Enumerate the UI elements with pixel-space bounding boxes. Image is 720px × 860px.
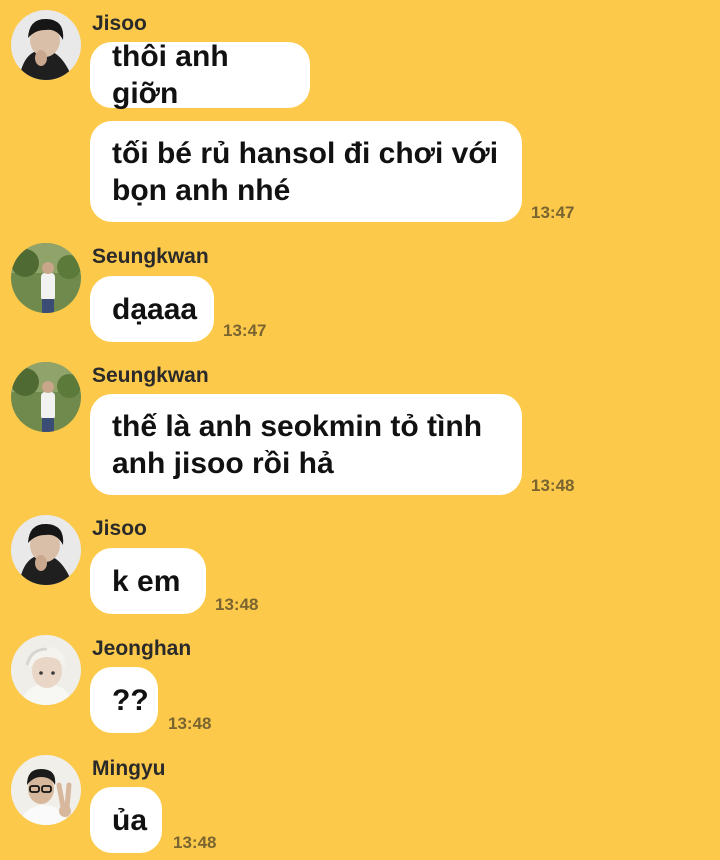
- message-bubble[interactable]: ủa: [90, 787, 162, 853]
- message-bubble[interactable]: k em: [90, 548, 206, 614]
- timestamp: 13:47: [531, 203, 575, 222]
- timestamp: 13:47: [223, 321, 267, 340]
- message-text: ủa: [112, 803, 148, 837]
- message-bubble[interactable]: dạaaa: [90, 276, 214, 342]
- message-text: dạaaa: [112, 292, 198, 326]
- mingyu-avatar[interactable]: [11, 755, 81, 825]
- timestamp: 13:48: [531, 476, 575, 495]
- message-bubble[interactable]: tối bé rủ hansol đi chơi với bọn anh nhé: [90, 121, 522, 222]
- jeonghan-avatar[interactable]: [11, 635, 81, 705]
- message-text: thế là anh seokmin tỏ tình: [112, 409, 483, 443]
- sender-name: Jeonghan: [92, 637, 192, 660]
- message-text: ??: [112, 683, 149, 717]
- message-text: thôi anh giỡn: [112, 40, 229, 110]
- jisoo-avatar[interactable]: [11, 515, 81, 585]
- message-text: tối bé rủ hansol đi chơi với: [112, 136, 499, 170]
- message-bubble[interactable]: thôi anh giỡn: [90, 40, 310, 110]
- message-text: anh jisoo rồi hả: [112, 446, 334, 480]
- message-text: bọn anh nhé: [112, 173, 291, 207]
- sender-name: Mingyu: [92, 757, 166, 780]
- sender-name: Jisoo: [92, 517, 147, 540]
- seungkwan-avatar[interactable]: [11, 243, 81, 313]
- timestamp: 13:48: [215, 595, 259, 614]
- message-text: k em: [112, 564, 181, 598]
- sender-name: Jisoo: [92, 12, 147, 35]
- message-bubble[interactable]: thế là anh seokmin tỏ tình anh jisoo rồi…: [90, 394, 522, 495]
- timestamp: 13:48: [168, 714, 212, 733]
- timestamp: 13:48: [173, 833, 217, 852]
- sender-name: Seungkwan: [92, 245, 209, 268]
- message-bubble[interactable]: ??: [90, 667, 158, 733]
- sender-name: Seungkwan: [92, 364, 209, 387]
- jisoo-avatar[interactable]: [11, 10, 81, 80]
- seungkwan-avatar[interactable]: [11, 362, 81, 432]
